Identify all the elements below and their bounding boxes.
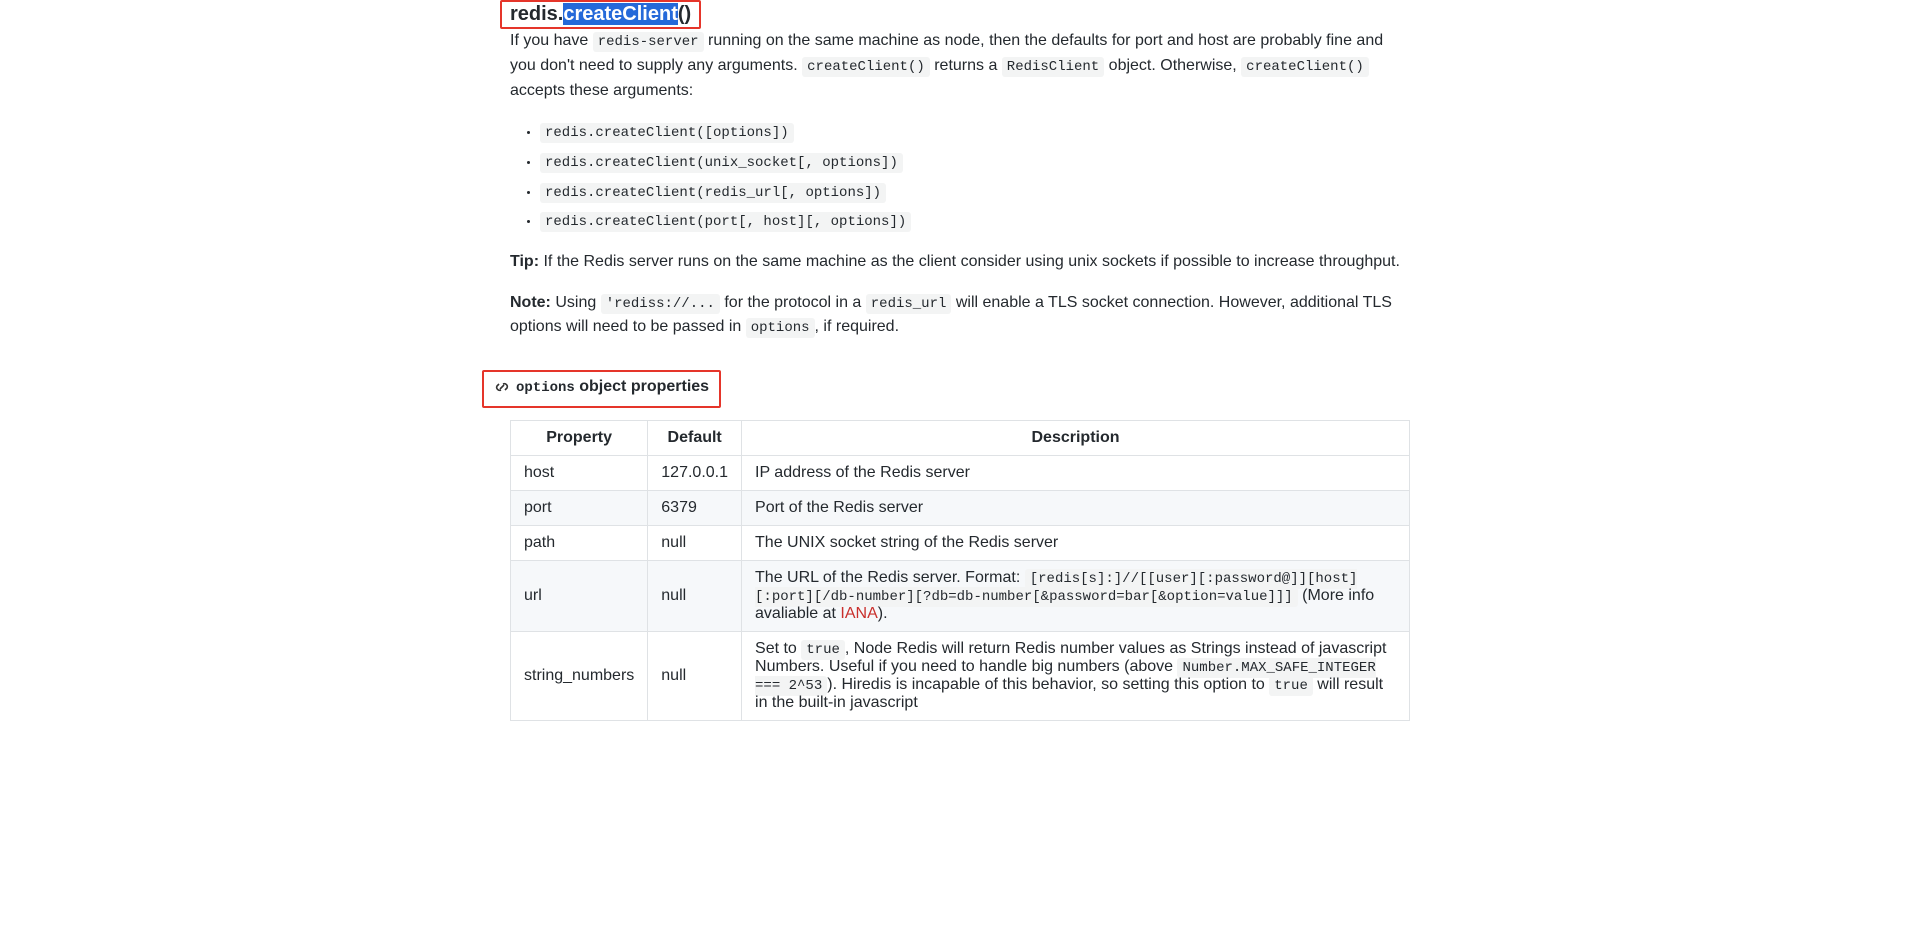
cell-description: The URL of the Redis server. Format: [re… — [742, 561, 1410, 632]
cell-default: null — [648, 561, 742, 632]
doc-page: redis.createClient() If you have redis-s… — [510, 0, 1410, 781]
sn-c1: true — [801, 640, 845, 660]
note-t1: Using — [551, 294, 601, 311]
table-row: url null The URL of the Redis server. Fo… — [511, 561, 1410, 632]
table-row: port 6379 Port of the Redis server — [511, 491, 1410, 526]
tip-paragraph: Tip: If the Redis server runs on the sam… — [510, 250, 1410, 275]
cell-description: Set to true, Node Redis will return Redi… — [742, 632, 1410, 721]
code-redis-url: redis_url — [866, 294, 952, 314]
cell-default: null — [648, 632, 742, 721]
intro-t4: object. Otherwise, — [1104, 57, 1241, 74]
heading-paren: () — [678, 3, 691, 25]
cell-default: null — [648, 526, 742, 561]
note-paragraph: Note: Using 'rediss://... for the protoc… — [510, 291, 1410, 341]
code-redis-server: redis-server — [593, 32, 704, 52]
cell-description: IP address of the Redis server — [742, 456, 1410, 491]
cell-property: string_numbers — [511, 632, 648, 721]
code-options: options — [746, 318, 815, 338]
cell-property: port — [511, 491, 648, 526]
table-row: host 127.0.0.1 IP address of the Redis s… — [511, 456, 1410, 491]
overload-code: redis.createClient([options]) — [540, 123, 794, 143]
code-createClient1: createClient() — [802, 57, 930, 77]
intro-paragraph: If you have redis-server running on the … — [510, 29, 1410, 103]
options-heading: options object properties — [494, 378, 709, 396]
sn-t1: Set to — [755, 640, 801, 657]
list-item: redis.createClient([options]) — [540, 119, 1410, 145]
url-desc-pre: The URL of the Redis server. Format: — [755, 569, 1025, 586]
table-row: path null The UNIX socket string of the … — [511, 526, 1410, 561]
cell-property: host — [511, 456, 648, 491]
table-row: string_numbers null Set to true, Node Re… — [511, 632, 1410, 721]
intro-t3: returns a — [930, 57, 1002, 74]
table-header-row: Property Default Description — [511, 421, 1410, 456]
cell-property: url — [511, 561, 648, 632]
intro-t5: accepts these arguments: — [510, 82, 693, 99]
cell-default: 6379 — [648, 491, 742, 526]
options-heading-text: object properties — [575, 378, 709, 395]
cell-description: The UNIX socket string of the Redis serv… — [742, 526, 1410, 561]
cell-property: path — [511, 526, 648, 561]
list-item: redis.createClient(unix_socket[, options… — [540, 149, 1410, 175]
tip-label: Tip: — [510, 253, 539, 270]
overload-code: redis.createClient(unix_socket[, options… — [540, 153, 903, 173]
annotation-options-heading: options object properties — [482, 370, 721, 408]
options-table: Property Default Description host 127.0.… — [510, 420, 1410, 721]
link-icon — [494, 379, 510, 395]
note-label: Note: — [510, 294, 551, 311]
th-description: Description — [742, 421, 1410, 456]
code-RedisClient: RedisClient — [1002, 57, 1104, 77]
url-desc-post2: ). — [878, 605, 888, 622]
cell-description: Port of the Redis server — [742, 491, 1410, 526]
overload-code: redis.createClient(port[, host][, option… — [540, 212, 911, 232]
intro-t1: If you have — [510, 32, 593, 49]
overload-list: redis.createClient([options]) redis.crea… — [510, 119, 1410, 233]
sn-c3: true — [1269, 676, 1313, 696]
note-t4: , if required. — [815, 318, 899, 335]
cell-default: 127.0.0.1 — [648, 456, 742, 491]
annotation-heading: redis.createClient() — [500, 0, 701, 29]
th-property: Property — [511, 421, 648, 456]
code-createClient2: createClient() — [1241, 57, 1369, 77]
overload-code: redis.createClient(redis_url[, options]) — [540, 183, 886, 203]
iana-link[interactable]: IANA — [840, 605, 877, 622]
sn-t3: ). Hiredis is incapable of this behavior… — [827, 676, 1269, 693]
code-rediss: 'rediss://... — [601, 294, 720, 314]
heading-selected: createClient — [563, 3, 678, 25]
list-item: redis.createClient(redis_url[, options]) — [540, 179, 1410, 205]
list-item: redis.createClient(port[, host][, option… — [540, 208, 1410, 234]
options-heading-code: options — [516, 380, 575, 396]
tip-text: If the Redis server runs on the same mac… — [539, 253, 1400, 270]
note-t2: for the protocol in a — [720, 294, 866, 311]
th-default: Default — [648, 421, 742, 456]
heading-prefix: redis. — [510, 3, 563, 25]
heading-createClient: redis.createClient() — [510, 3, 691, 26]
